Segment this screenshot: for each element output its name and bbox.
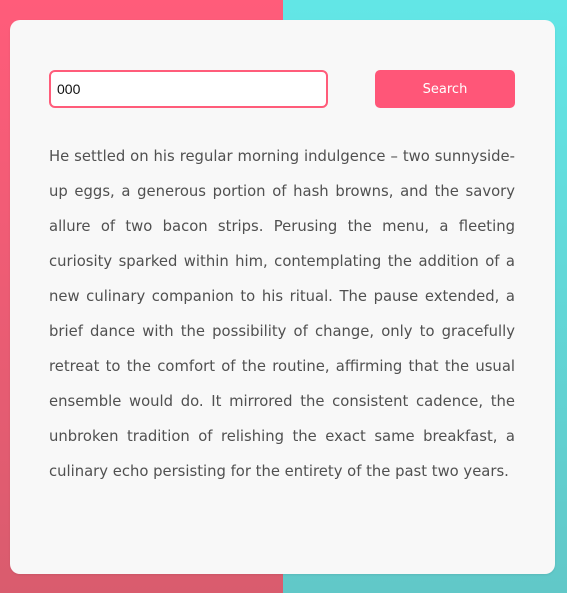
search-button[interactable]: Search [375, 70, 515, 108]
search-bar: Search [49, 70, 515, 108]
story-paragraph: He settled on his regular morning indulg… [49, 148, 515, 480]
content-card: Search He settled on his regular morning… [10, 20, 555, 574]
search-input[interactable] [49, 70, 328, 108]
